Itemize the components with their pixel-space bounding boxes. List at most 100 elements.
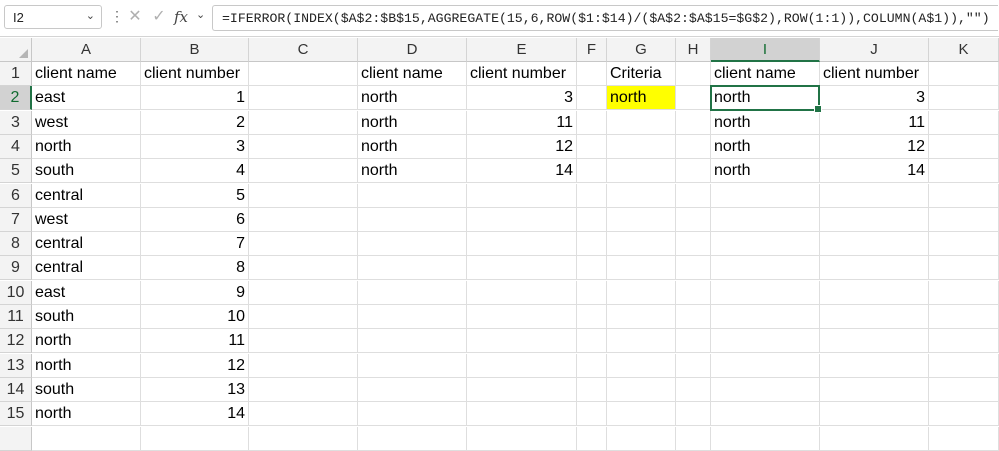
row-header-13[interactable]: 13	[0, 353, 32, 378]
cell-c10[interactable]	[249, 280, 358, 305]
cell-g12[interactable]	[607, 329, 676, 354]
cell-f14[interactable]	[577, 377, 607, 402]
cell-k6[interactable]	[929, 183, 999, 208]
cell-i1[interactable]: client name	[711, 62, 820, 86]
cell-g9[interactable]	[607, 256, 676, 281]
cell-b14[interactable]: 13	[141, 377, 249, 402]
cell-c12[interactable]	[249, 329, 358, 354]
column-header-d[interactable]: D	[358, 38, 467, 62]
cancel-x-icon[interactable]: ✕	[124, 6, 146, 28]
cell-h16[interactable]	[676, 426, 711, 451]
cell-j1[interactable]: client number	[820, 62, 929, 86]
column-header-b[interactable]: B	[141, 38, 249, 62]
row-header-7[interactable]: 7	[0, 207, 32, 232]
column-header-e[interactable]: E	[467, 38, 577, 62]
cell-e7[interactable]	[467, 207, 577, 232]
row-header-2[interactable]: 2	[0, 86, 32, 111]
cell-e9[interactable]	[467, 256, 577, 281]
cell-f12[interactable]	[577, 329, 607, 354]
cell-c3[interactable]	[249, 110, 358, 135]
row-header-15[interactable]: 15	[0, 402, 32, 427]
cell-f4[interactable]	[577, 134, 607, 159]
cell-d5[interactable]: north	[358, 159, 467, 184]
cell-c13[interactable]	[249, 353, 358, 378]
cell-j11[interactable]	[820, 305, 929, 329]
row-header-8[interactable]: 8	[0, 232, 32, 257]
cell-b2[interactable]: 1	[141, 86, 249, 111]
cell-b13[interactable]: 12	[141, 353, 249, 378]
cell-d13[interactable]	[358, 353, 467, 378]
cell-b11[interactable]: 10	[141, 305, 249, 329]
column-header-h[interactable]: H	[676, 38, 711, 62]
cell-k11[interactable]	[929, 305, 999, 329]
cell-e12[interactable]	[467, 329, 577, 354]
cell-f7[interactable]	[577, 207, 607, 232]
cell-a12[interactable]: north	[32, 329, 141, 354]
cell-h12[interactable]	[676, 329, 711, 354]
cell-j5[interactable]: 14	[820, 159, 929, 184]
cell-b1[interactable]: client number	[141, 62, 249, 86]
cell-k7[interactable]	[929, 207, 999, 232]
cell-k4[interactable]	[929, 134, 999, 159]
cell-j2[interactable]: 3	[820, 86, 929, 111]
cell-f6[interactable]	[577, 183, 607, 208]
cell-c15[interactable]	[249, 402, 358, 427]
cell-d14[interactable]	[358, 377, 467, 402]
cell-d3[interactable]: north	[358, 110, 467, 135]
cell-d10[interactable]	[358, 280, 467, 305]
row-header-6[interactable]: 6	[0, 183, 32, 208]
cell-g16[interactable]	[607, 426, 676, 451]
cell-f1[interactable]	[577, 62, 607, 86]
column-header-i[interactable]: I	[711, 38, 820, 62]
cell-h2[interactable]	[676, 86, 711, 111]
cell-a4[interactable]: north	[32, 134, 141, 159]
row-header-14[interactable]: 14	[0, 377, 32, 402]
cell-h5[interactable]	[676, 159, 711, 184]
cell-c11[interactable]	[249, 305, 358, 329]
cell-d4[interactable]: north	[358, 134, 467, 159]
cell-d16[interactable]	[358, 426, 467, 451]
cell-d15[interactable]	[358, 402, 467, 427]
row-header-5[interactable]: 5	[0, 159, 32, 184]
cell-k9[interactable]	[929, 256, 999, 281]
cell-k13[interactable]	[929, 353, 999, 378]
cell-i3[interactable]: north	[711, 110, 820, 135]
cell-d12[interactable]	[358, 329, 467, 354]
cell-g3[interactable]	[607, 110, 676, 135]
cell-k2[interactable]	[929, 86, 999, 111]
cell-a2[interactable]: east	[32, 86, 141, 111]
cell-b5[interactable]: 4	[141, 159, 249, 184]
row-header-9[interactable]: 9	[0, 256, 32, 281]
cell-a9[interactable]: central	[32, 256, 141, 281]
cell-g7[interactable]	[607, 207, 676, 232]
cell-e16[interactable]	[467, 426, 577, 451]
cell-j8[interactable]	[820, 232, 929, 257]
cell-f13[interactable]	[577, 353, 607, 378]
row-header-10[interactable]: 10	[0, 280, 32, 305]
cell-e11[interactable]	[467, 305, 577, 329]
cell-e5[interactable]: 14	[467, 159, 577, 184]
cell-a15[interactable]: north	[32, 402, 141, 427]
cell-i11[interactable]	[711, 305, 820, 329]
cell-f5[interactable]	[577, 159, 607, 184]
cell-a8[interactable]: central	[32, 232, 141, 257]
cell-g1[interactable]: Criteria	[607, 62, 676, 86]
cell-f8[interactable]	[577, 232, 607, 257]
cell-i16[interactable]	[711, 426, 820, 451]
cell-e14[interactable]	[467, 377, 577, 402]
cell-j9[interactable]	[820, 256, 929, 281]
cell-b8[interactable]: 7	[141, 232, 249, 257]
column-header-j[interactable]: J	[820, 38, 929, 62]
cell-c2[interactable]	[249, 86, 358, 111]
cell-j14[interactable]	[820, 377, 929, 402]
row-header-16[interactable]	[0, 426, 32, 451]
cell-g13[interactable]	[607, 353, 676, 378]
cell-g8[interactable]	[607, 232, 676, 257]
cell-i8[interactable]	[711, 232, 820, 257]
cell-i5[interactable]: north	[711, 159, 820, 184]
cell-b6[interactable]: 5	[141, 183, 249, 208]
cell-h4[interactable]	[676, 134, 711, 159]
cell-i14[interactable]	[711, 377, 820, 402]
cell-d8[interactable]	[358, 232, 467, 257]
cell-i7[interactable]	[711, 207, 820, 232]
